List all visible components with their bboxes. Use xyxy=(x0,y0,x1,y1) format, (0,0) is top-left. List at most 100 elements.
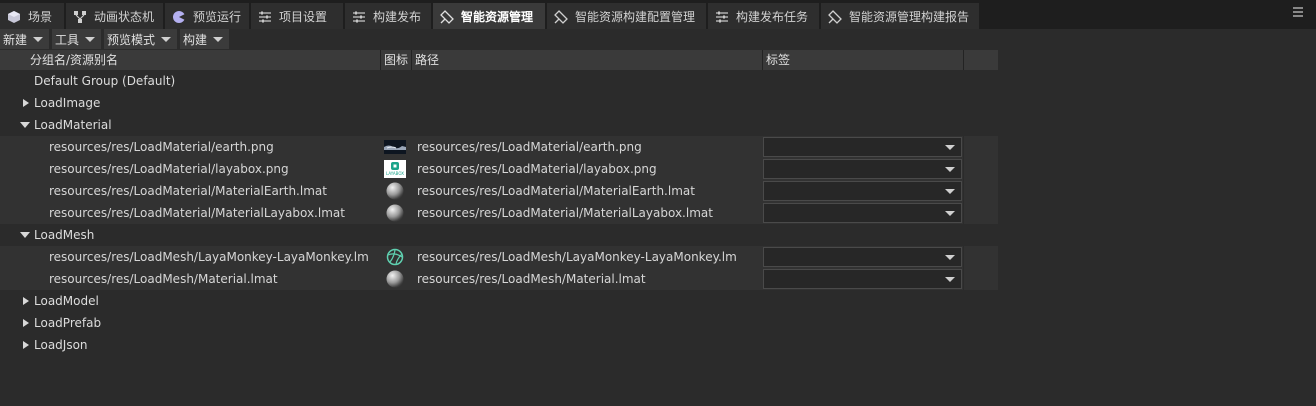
group-name: LoadMesh xyxy=(34,228,95,242)
tag-dropdown[interactable] xyxy=(763,181,962,201)
group-name: LoadPrefab xyxy=(34,316,102,330)
asset-row[interactable]: resources/res/LoadMaterial/MaterialLayab… xyxy=(0,202,998,224)
collapse-arrow-icon[interactable] xyxy=(20,122,30,128)
tab-project-settings[interactable]: 项目设置 xyxy=(251,3,343,30)
group-row-loadmodel[interactable]: LoadModel xyxy=(0,290,998,312)
chevron-down-icon xyxy=(945,277,955,282)
tag-dropdown[interactable] xyxy=(763,247,962,267)
asset-name: resources/res/LoadMaterial/layabox.png xyxy=(49,162,289,176)
chevron-down-icon xyxy=(85,36,96,42)
asset-path: resources/res/LoadMaterial/MaterialEarth… xyxy=(417,184,695,198)
column-divider xyxy=(963,136,964,158)
table-header: 分组名/资源别名 图标 路径 标签 xyxy=(0,50,998,70)
asset-row[interactable]: resources/res/LoadMaterial/earth.png res… xyxy=(0,136,998,158)
new-button[interactable]: 新建 xyxy=(0,29,49,49)
asset-name: resources/res/LoadMaterial/MaterialEarth… xyxy=(49,184,327,198)
tools-label: 工具 xyxy=(55,32,80,47)
column-divider xyxy=(963,180,964,202)
column-header-path[interactable]: 路径 xyxy=(412,50,763,70)
group-row-loadmaterial[interactable]: LoadMaterial xyxy=(0,114,998,136)
expand-arrow-icon[interactable] xyxy=(23,99,29,107)
material-sphere-icon xyxy=(384,270,406,288)
hamburger-menu-icon[interactable] xyxy=(1292,6,1306,20)
tools-button[interactable]: 工具 xyxy=(52,29,101,49)
build-button[interactable]: 构建 xyxy=(180,29,229,49)
chevron-down-icon xyxy=(33,36,44,42)
group-row-default[interactable]: Default Group (Default) xyxy=(0,70,998,92)
smart-asset-config-icon xyxy=(553,9,569,25)
tab-label: 预览运行 xyxy=(193,10,242,24)
asset-path: resources/res/LoadMesh/LayaMonkey-LayaMo… xyxy=(417,250,737,264)
column-divider xyxy=(963,158,964,180)
asset-name: resources/res/LoadMaterial/earth.png xyxy=(49,140,274,154)
tag-dropdown[interactable] xyxy=(763,269,962,289)
chevron-down-icon xyxy=(161,36,172,42)
chevron-down-icon xyxy=(945,211,955,216)
tab-animation-state-machine[interactable]: 动画状态机 xyxy=(66,3,163,30)
collapse-arrow-icon[interactable] xyxy=(20,232,30,238)
asset-row[interactable]: resources/res/LoadMaterial/layabox.png L… xyxy=(0,158,998,180)
column-header-icon[interactable]: 图标 xyxy=(381,50,412,70)
build-publish-icon xyxy=(351,9,367,25)
group-name: LoadJson xyxy=(34,338,88,352)
chevron-down-icon xyxy=(213,36,224,42)
tab-build-publish[interactable]: 构建发布 xyxy=(345,3,431,30)
group-row-loadimage[interactable]: LoadImage xyxy=(0,92,998,114)
asset-path: resources/res/LoadMaterial/layabox.png xyxy=(417,162,657,176)
column-divider xyxy=(963,202,964,224)
asset-path: resources/res/LoadMaterial/earth.png xyxy=(417,140,642,154)
tab-scene[interactable]: 场景 xyxy=(0,3,64,30)
expand-arrow-icon[interactable] xyxy=(23,319,29,327)
tag-dropdown[interactable] xyxy=(763,159,962,179)
group-row-loadprefab[interactable]: LoadPrefab xyxy=(0,312,998,334)
asset-name: resources/res/LoadMesh/LayaMonkey-LayaMo… xyxy=(49,250,369,264)
tab-smart-asset-build-report[interactable]: 智能资源管理构建报告 xyxy=(821,3,979,30)
material-sphere-icon xyxy=(384,204,406,222)
group-row-loadjson[interactable]: LoadJson xyxy=(0,334,998,356)
scene-icon xyxy=(6,9,22,25)
tab-label: 智能资源管理 xyxy=(461,10,534,24)
tab-preview-run[interactable]: 预览运行 xyxy=(165,3,249,30)
group-name: Default Group (Default) xyxy=(34,74,176,88)
asset-row[interactable]: resources/res/LoadMesh/Material.lmat res… xyxy=(0,268,998,290)
tag-dropdown[interactable] xyxy=(763,203,962,223)
column-header-tag[interactable]: 标签 xyxy=(763,50,964,70)
preview-run-icon xyxy=(171,9,187,25)
expand-arrow-icon[interactable] xyxy=(23,341,29,349)
asset-path: resources/res/LoadMesh/Material.lmat xyxy=(417,272,646,286)
smart-asset-icon xyxy=(439,9,455,25)
asset-row[interactable]: resources/res/LoadMesh/LayaMonkey-LayaMo… xyxy=(0,246,998,268)
asset-row[interactable]: resources/res/LoadMaterial/MaterialEarth… xyxy=(0,180,998,202)
asset-name: resources/res/LoadMaterial/MaterialLayab… xyxy=(49,206,345,220)
layabox-logo-text: LAYABOX xyxy=(386,171,404,176)
group-name: LoadImage xyxy=(34,96,101,110)
expand-arrow-icon[interactable] xyxy=(23,297,29,305)
group-name: LoadModel xyxy=(34,294,99,308)
tab-label: 动画状态机 xyxy=(94,10,155,24)
layabox-thumbnail: LAYABOX xyxy=(384,160,406,178)
earth-thumbnail xyxy=(384,138,406,156)
tab-label: 项目设置 xyxy=(279,10,328,24)
tab-smart-asset-management[interactable]: 智能资源管理 xyxy=(433,3,545,30)
tab-build-publish-task[interactable]: 构建发布任务 xyxy=(708,3,819,30)
toolbar: 新建 工具 预览模式 构建 xyxy=(0,29,1316,49)
state-machine-icon xyxy=(72,9,88,25)
chevron-down-icon xyxy=(945,189,955,194)
column-header-name[interactable]: 分组名/资源别名 xyxy=(27,50,381,70)
build-label: 构建 xyxy=(183,32,208,47)
group-row-loadmesh[interactable]: LoadMesh xyxy=(0,224,998,246)
material-sphere-icon xyxy=(384,182,406,200)
tab-label: 智能资源管理构建报告 xyxy=(849,10,970,24)
chevron-down-icon xyxy=(945,255,955,260)
tab-bar: 场景 动画状态机 预览运行 项目设置 构建发布 智能资源管理 智能资源构建配置管… xyxy=(0,0,1316,30)
mesh-icon xyxy=(384,248,406,266)
tab-smart-asset-build-config[interactable]: 智能资源构建配置管理 xyxy=(547,3,706,30)
tab-label: 场景 xyxy=(28,10,53,24)
asset-name: resources/res/LoadMesh/Material.lmat xyxy=(49,272,278,286)
new-label: 新建 xyxy=(3,32,28,47)
preview-mode-button[interactable]: 预览模式 xyxy=(104,29,177,49)
tag-dropdown[interactable] xyxy=(763,137,962,157)
tab-label: 构建发布 xyxy=(373,10,422,24)
tab-label: 智能资源构建配置管理 xyxy=(575,10,696,24)
settings-sliders-icon xyxy=(257,9,273,25)
